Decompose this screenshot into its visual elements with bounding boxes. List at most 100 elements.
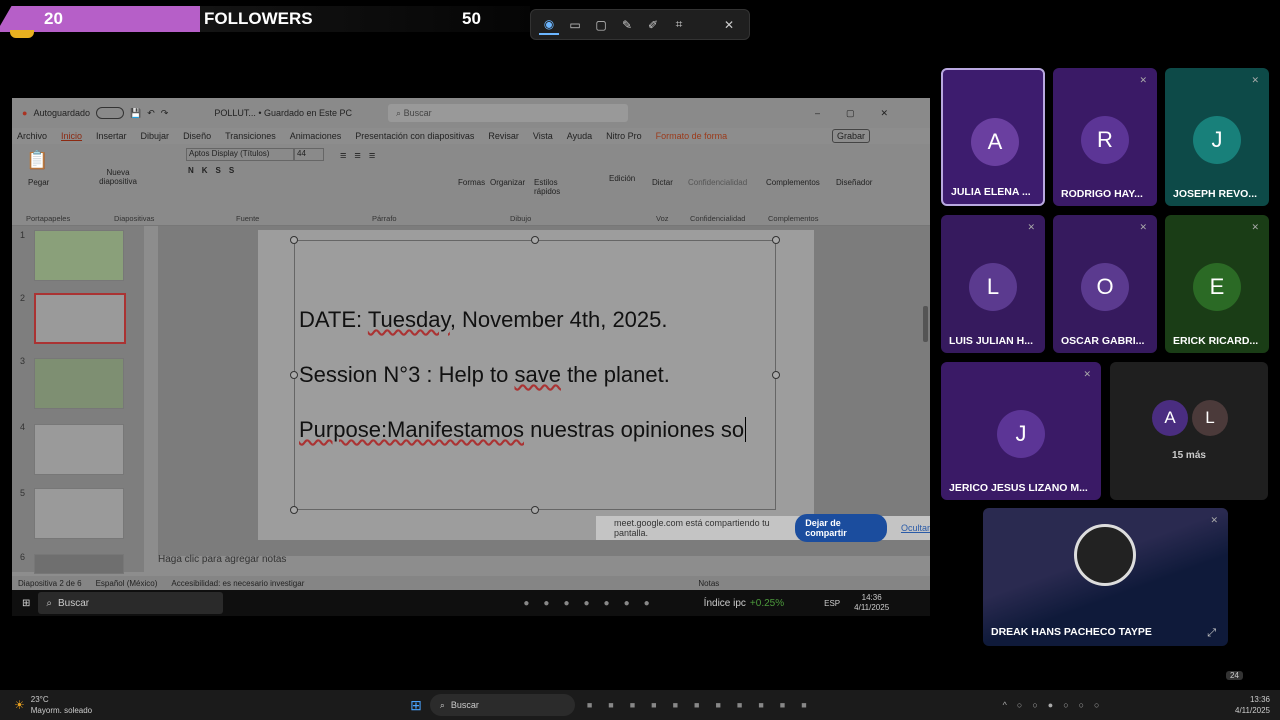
- arrange-button[interactable]: Organizar: [490, 178, 525, 187]
- participant-tile[interactable]: ✕ J JERICO JESUS LIZANO M...: [941, 362, 1101, 500]
- participant-tile[interactable]: ✕ J JOSEPH REVO...: [1165, 68, 1269, 206]
- participant-tile[interactable]: A JULIA ELENA ...: [941, 68, 1045, 206]
- resize-handle[interactable]: [290, 371, 298, 379]
- font-size-select[interactable]: 44: [294, 148, 324, 161]
- app-icons[interactable]: ●●●●●●●: [523, 598, 663, 609]
- rectangle-select-icon[interactable]: ▢: [591, 15, 611, 35]
- text-box[interactable]: DATE: Tuesday, November 4th, 2025. Sessi…: [290, 236, 780, 514]
- redo-icon[interactable]: ↷: [161, 108, 169, 119]
- system-tray[interactable]: ^○○●○○○: [1003, 700, 1110, 710]
- avatar: L: [1192, 400, 1228, 436]
- menu-dibujar[interactable]: Dibujar: [141, 131, 170, 141]
- pinned-apps[interactable]: ■■■■■■■■■■■: [587, 700, 823, 710]
- vertical-scrollbar[interactable]: [923, 306, 928, 342]
- slide-thumb-5[interactable]: [34, 488, 124, 539]
- avatar: L: [969, 263, 1017, 311]
- menu-ayuda[interactable]: Ayuda: [567, 131, 592, 141]
- menu-diseno[interactable]: Diseño: [183, 131, 211, 141]
- pin-icon[interactable]: ⤢: [1207, 627, 1216, 640]
- menu-archivo[interactable]: Archivo: [17, 131, 47, 141]
- pen-icon[interactable]: ✐: [643, 15, 663, 35]
- clock[interactable]: 13:36 4/11/2025: [1235, 694, 1270, 716]
- notes-toggle[interactable]: Notas: [698, 579, 719, 588]
- edit-button[interactable]: Edición: [609, 174, 635, 183]
- inner-search-box[interactable]: ⌕ Buscar: [38, 592, 224, 614]
- avatar: A: [971, 118, 1019, 166]
- presenter-name: DREAK HANS PACHECO TAYPE: [991, 626, 1152, 638]
- participant-tile[interactable]: ✕ O OSCAR GABRI...: [1053, 215, 1157, 353]
- close-icon[interactable]: ✕: [719, 15, 739, 35]
- stop-sharing-button[interactable]: Dejar de compartir: [795, 514, 887, 542]
- autosave-toggle[interactable]: [96, 107, 124, 119]
- group-dibujo: Dibujo: [510, 214, 532, 223]
- lang-indicator[interactable]: ESP: [824, 599, 840, 608]
- menu-vista[interactable]: Vista: [533, 131, 553, 141]
- shapes-button[interactable]: Formas: [458, 178, 485, 187]
- participant-tile[interactable]: ✕ L LUIS JULIAN H...: [941, 215, 1045, 353]
- addins-button[interactable]: Complementos: [766, 178, 820, 187]
- search-box[interactable]: ⌕ Buscar: [388, 104, 629, 122]
- text-extract-icon[interactable]: ⌗: [669, 15, 689, 35]
- dictate-button[interactable]: Dictar: [652, 178, 673, 187]
- confidentiality-button[interactable]: Confidencialidad: [688, 178, 747, 187]
- hide-link[interactable]: Ocultar: [901, 523, 930, 533]
- resize-handle[interactable]: [290, 236, 298, 244]
- presenter-tile[interactable]: ✕ DREAK HANS PACHECO TAYPE ⤢: [983, 508, 1228, 646]
- menu-presentacion[interactable]: Presentación con diapositivas: [355, 131, 474, 141]
- weather-widget[interactable]: 23°C Mayorm. soleado: [31, 694, 92, 716]
- record-button[interactable]: Grabar: [831, 129, 870, 143]
- participant-tile[interactable]: ✕ E ERICK RICARD...: [1165, 215, 1269, 353]
- resize-handle[interactable]: [531, 506, 539, 514]
- widget-icon: [10, 30, 34, 38]
- menu-inicio[interactable]: Inicio: [61, 131, 82, 141]
- menu-insertar[interactable]: Insertar: [96, 131, 127, 141]
- slide-thumb-6[interactable]: [34, 554, 124, 574]
- followers-count-left: 20: [44, 9, 63, 28]
- menu-transiciones[interactable]: Transiciones: [225, 131, 276, 141]
- camera-icon[interactable]: ◉: [539, 15, 559, 35]
- document-title[interactable]: POLLUT... • Guardado en Este PC: [214, 108, 352, 118]
- save-icon[interactable]: 💾: [130, 108, 141, 119]
- current-slide[interactable]: DATE: Tuesday, November 4th, 2025. Sessi…: [258, 230, 814, 540]
- paragraph-buttons[interactable]: ≡≡≡: [340, 150, 383, 162]
- menu-formato[interactable]: Formato de forma: [656, 131, 728, 141]
- resize-handle[interactable]: [531, 236, 539, 244]
- ribbon: 📋 Pegar Nueva diapositiva Aptos Display …: [12, 144, 930, 226]
- undo-icon[interactable]: ↶: [147, 108, 155, 119]
- designer-button[interactable]: Diseñador: [836, 178, 872, 187]
- paste-icon: 📋: [26, 150, 49, 170]
- avatar: R: [1081, 116, 1129, 164]
- resize-handle[interactable]: [772, 236, 780, 244]
- language[interactable]: Español (México): [96, 579, 158, 588]
- more-count: 15 más: [1172, 450, 1206, 461]
- notes-placeholder[interactable]: Haga clic para agregar notas: [158, 554, 286, 565]
- paste-button[interactable]: Pegar: [28, 178, 49, 187]
- edit-icon[interactable]: ✎: [617, 15, 637, 35]
- slide-thumb-3[interactable]: [34, 358, 124, 409]
- thumb-num-6: 6: [20, 552, 26, 562]
- windows-start-icon[interactable]: ⊞: [22, 598, 30, 609]
- thumb-num-5: 5: [20, 488, 26, 498]
- window-controls[interactable]: –▢✕: [815, 108, 914, 119]
- resize-handle[interactable]: [290, 506, 298, 514]
- menu-revisar[interactable]: Revisar: [488, 131, 519, 141]
- video-icon[interactable]: ▭: [565, 15, 585, 35]
- more-participants-tile[interactable]: A L 15 más: [1110, 362, 1268, 500]
- styles-button[interactable]: Estilos rápidos: [534, 178, 564, 196]
- taskbar-search[interactable]: ⌕ Buscar: [429, 694, 575, 716]
- resize-handle[interactable]: [772, 371, 780, 379]
- slide-thumb-2[interactable]: [34, 293, 126, 344]
- ppt-logo-icon: ●: [22, 108, 28, 118]
- new-slide-button[interactable]: Nueva diapositiva: [96, 168, 140, 186]
- windows-start-icon[interactable]: ⊞: [410, 697, 422, 714]
- participant-tile[interactable]: ✕ R RODRIGO HAY...: [1053, 68, 1157, 206]
- menu-animaciones[interactable]: Animaciones: [290, 131, 342, 141]
- font-select[interactable]: Aptos Display (Títulos): [186, 148, 294, 161]
- group-diapositivas: Diapositivas: [114, 214, 155, 223]
- font-style-buttons[interactable]: NKSS: [188, 166, 242, 175]
- accessibility[interactable]: Accesibilidad: es necesario investigar: [171, 579, 304, 588]
- slide-thumb-1[interactable]: [34, 230, 124, 281]
- mic-off-icon: ✕: [1083, 369, 1091, 379]
- menu-nitro[interactable]: Nitro Pro: [606, 131, 642, 141]
- slide-thumb-4[interactable]: [34, 424, 124, 475]
